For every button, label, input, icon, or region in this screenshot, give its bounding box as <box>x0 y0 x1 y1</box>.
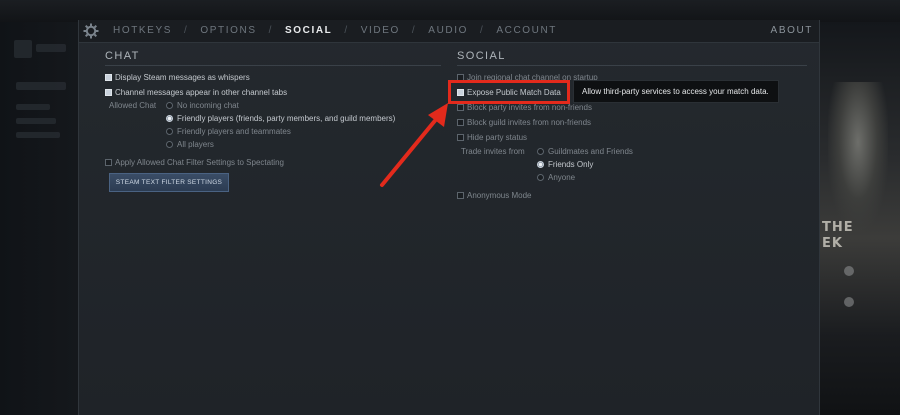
social-option-block-party-invites[interactable]: Block party invites from non-friends <box>457 103 592 112</box>
allowed-chat-label: Allowed Chat <box>109 101 157 110</box>
hero-artwork <box>828 82 888 232</box>
radio-label: All players <box>177 140 214 149</box>
tab-separator: / <box>184 25 189 36</box>
trade-option-anyone[interactable]: Anyone <box>537 173 575 182</box>
background-text-1: THE <box>822 220 854 235</box>
tab-separator: / <box>411 25 417 36</box>
radio-label: No incoming chat <box>177 101 239 110</box>
trade-option-friends-only[interactable]: Friends Only <box>537 160 593 169</box>
radio[interactable] <box>166 128 173 135</box>
social-option-hide-party-status[interactable]: Hide party status <box>457 133 527 142</box>
background-text-2: EK <box>822 236 843 251</box>
background-dot <box>844 297 854 307</box>
tab-video[interactable]: VIDEO <box>361 25 400 36</box>
trade-option-guildmates[interactable]: Guildmates and Friends <box>537 147 633 156</box>
checkbox[interactable] <box>457 192 464 199</box>
tab-separator: / <box>479 25 485 36</box>
tab-social[interactable]: SOCIAL <box>285 25 332 36</box>
chat-section-title: CHAT <box>105 50 140 62</box>
about-link[interactable]: ABOUT <box>771 25 813 36</box>
tab-account[interactable]: ACCOUNT <box>496 25 557 36</box>
red-arrow-icon <box>380 103 448 187</box>
radio-label: Friendly players (friends, party members… <box>177 114 396 123</box>
social-option-anonymous-mode[interactable]: Anonymous Mode <box>457 191 531 200</box>
radio[interactable] <box>166 115 173 122</box>
allowed-chat-option-friendly[interactable]: Friendly players (friends, party members… <box>166 114 395 123</box>
tab-options[interactable]: OPTIONS <box>200 25 256 36</box>
chat-option-steam-whispers[interactable]: Display Steam messages as whispers <box>105 73 250 82</box>
gear-icon[interactable] <box>83 23 99 39</box>
tab-separator: / <box>268 25 273 36</box>
social-section-divider <box>457 65 807 66</box>
checkbox-label: Apply Allowed Chat Filter Settings to Sp… <box>115 158 284 167</box>
background-dot <box>844 266 854 276</box>
allowed-chat-option-none[interactable]: No incoming chat <box>166 101 239 110</box>
radio-label: Guildmates and Friends <box>548 147 633 156</box>
radio[interactable] <box>166 102 173 109</box>
background-right-panel: THE EK <box>818 22 900 415</box>
radio[interactable] <box>537 174 544 181</box>
trade-invites-label: Trade invites from <box>461 147 525 156</box>
tab-separator: / <box>344 25 349 36</box>
tab-list: HOTKEYS / OPTIONS / SOCIAL / VIDEO / AUD… <box>113 25 557 36</box>
checkbox[interactable] <box>105 89 112 96</box>
checkbox-label: Anonymous Mode <box>467 191 532 200</box>
background-top-bar <box>0 0 900 22</box>
chat-section-divider <box>105 65 441 66</box>
tab-audio[interactable]: AUDIO <box>428 25 468 36</box>
radio[interactable] <box>166 141 173 148</box>
settings-tab-bar: HOTKEYS / OPTIONS / SOCIAL / VIDEO / AUD… <box>79 20 819 43</box>
allowed-chat-option-teammates[interactable]: Friendly players and teammates <box>166 127 291 136</box>
checkbox[interactable] <box>105 159 112 166</box>
radio[interactable] <box>537 161 544 168</box>
apply-filter-spectating-option[interactable]: Apply Allowed Chat Filter Settings to Sp… <box>105 158 284 167</box>
background-left-panel <box>0 22 78 415</box>
social-section-title: SOCIAL <box>457 50 506 62</box>
checkbox-label: Block guild invites from non-friends <box>467 118 592 127</box>
radio-label: Friends Only <box>548 160 594 169</box>
checkbox-label: Display Steam messages as whispers <box>115 73 250 82</box>
expose-match-data-highlight-box <box>448 80 570 104</box>
chat-option-channel-tabs[interactable]: Channel messages appear in other channel… <box>105 88 287 97</box>
expose-match-data-tooltip: Allow third-party services to access you… <box>573 80 779 103</box>
tab-hotkeys[interactable]: HOTKEYS <box>113 25 172 36</box>
social-option-block-guild-invites[interactable]: Block guild invites from non-friends <box>457 118 591 127</box>
radio-label: Friendly players and teammates <box>177 127 291 136</box>
steam-text-filter-button[interactable]: STEAM TEXT FILTER SETTINGS <box>109 173 229 192</box>
checkbox-label: Channel messages appear in other channel… <box>115 88 288 97</box>
checkbox[interactable] <box>105 74 112 81</box>
radio[interactable] <box>537 148 544 155</box>
checkbox-label: Block party invites from non-friends <box>467 103 592 112</box>
radio-label: Anyone <box>548 173 576 182</box>
checkbox-label: Hide party status <box>467 133 528 142</box>
allowed-chat-option-all[interactable]: All players <box>166 140 214 149</box>
